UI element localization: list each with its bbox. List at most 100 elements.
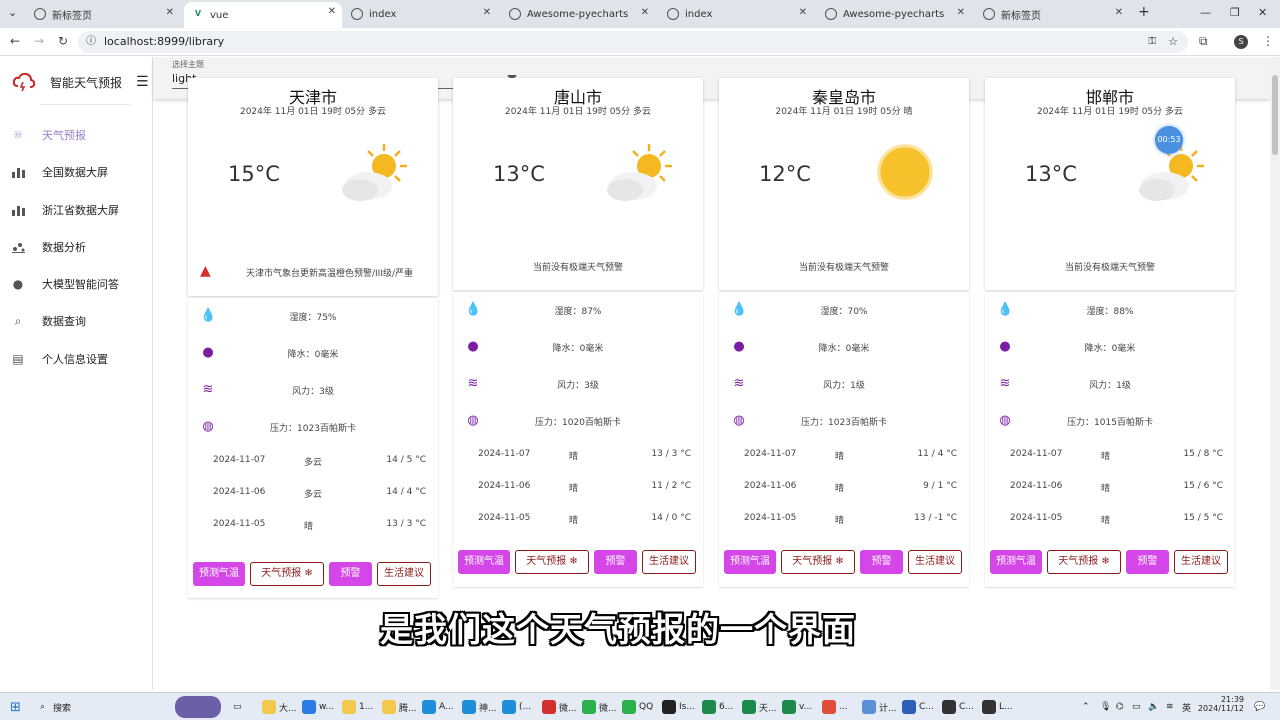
scrollbar-thumb[interactable]	[1272, 75, 1278, 155]
close-tab-icon[interactable]: ✕	[799, 7, 807, 18]
snowflake-icon: ❄	[304, 568, 313, 579]
life-advice-button[interactable]: 生活建议	[1174, 550, 1228, 574]
browser-tab[interactable]: Awesome-pyecharts ✕	[817, 3, 971, 25]
sidebar-item-weather[interactable]: ☼ 天气预报	[10, 124, 86, 146]
taskbar-app[interactable]: A...	[422, 698, 454, 716]
taskbar-app[interactable]: QQ	[622, 698, 653, 716]
browser-tab[interactable]: Awesome-pyecharts ✕	[501, 3, 655, 25]
update-time: 2024年 11月 01日 19时 05分 多云	[239, 107, 387, 117]
back-icon[interactable]: ←	[10, 34, 20, 48]
url-input[interactable]: ⓘ localhost:8999/library ⚿ ☆	[78, 31, 1188, 53]
forecast-button[interactable]: 天气预报 ❄	[250, 562, 324, 586]
warning-button[interactable]: 预警	[329, 562, 372, 586]
tray-chevron-icon[interactable]: ⌃	[1082, 698, 1090, 716]
life-advice-button[interactable]: 生活建议	[377, 562, 431, 586]
taskbar-app[interactable]: 腾...	[382, 698, 417, 716]
taskbar-app[interactable]: C...	[942, 698, 974, 716]
password-key-icon[interactable]: ⚿	[1148, 31, 1156, 53]
widgets-icon[interactable]	[175, 696, 221, 718]
minimize-icon[interactable]: —	[1200, 6, 1211, 19]
alert-text: 当前没有极端天气预警	[1064, 263, 1155, 273]
close-tab-icon[interactable]: ✕	[328, 6, 336, 17]
site-info-icon[interactable]: ⓘ	[86, 31, 96, 53]
task-view-icon[interactable]: ▭	[233, 698, 242, 716]
clock[interactable]: 21:39 2024/11/12	[1198, 695, 1244, 719]
close-tab-icon[interactable]: ✕	[957, 7, 965, 18]
browser-menu-icon[interactable]: ⋮	[1262, 34, 1274, 48]
extensions-icon[interactable]: ⧉	[1199, 34, 1208, 49]
page-scrollbar[interactable]	[1270, 57, 1280, 690]
timer-badge[interactable]: 00:53	[1155, 126, 1183, 154]
forecast-button[interactable]: 天气预报 ❄	[515, 550, 589, 574]
new-tab-button[interactable]: +	[1138, 4, 1150, 20]
reload-icon[interactable]: ↻	[58, 34, 68, 48]
restore-icon[interactable]: ❐	[1230, 6, 1240, 19]
taskbar-app[interactable]: 微...	[542, 698, 577, 716]
taskbar-app[interactable]: 1...	[342, 698, 373, 716]
taskbar-app[interactable]: 计...	[862, 698, 897, 716]
tab-search-icon[interactable]: ⌄	[8, 6, 17, 19]
notification-icon[interactable]: 💬	[1254, 698, 1265, 716]
taskbar-app[interactable]: w...	[302, 698, 334, 716]
wifi-icon[interactable]: ≋	[1166, 698, 1174, 716]
sidebar-item-analysis[interactable]: 数据分析	[10, 236, 86, 258]
taskbar-app[interactable]: (...	[502, 698, 531, 716]
browser-tab[interactable]: index ✕	[343, 3, 497, 25]
taskbar-app[interactable]: v...	[782, 698, 812, 716]
predict-temp-button[interactable]: 预测气温	[193, 562, 245, 586]
predict-temp-button[interactable]: 预测气温	[724, 550, 776, 574]
detail-rain: ● 降水：0毫米	[985, 337, 1235, 357]
sidebar-item-query[interactable]: ⌕ 数据查询	[10, 310, 86, 332]
app-icon	[782, 700, 796, 714]
network-icon[interactable]: ⌬	[1116, 698, 1124, 716]
forward-icon[interactable]: →	[34, 34, 44, 48]
browser-tab[interactable]: 新标签页 ✕	[975, 3, 1129, 25]
forecast-button[interactable]: 天气预报 ❄	[1047, 550, 1121, 574]
taskbar-app[interactable]: C...	[902, 698, 934, 716]
life-advice-button[interactable]: 生活建议	[642, 550, 696, 574]
snowflake-icon: ❄	[1101, 556, 1110, 567]
forecast-button[interactable]: 天气预报 ❄	[781, 550, 855, 574]
close-tab-icon[interactable]: ✕	[483, 7, 491, 18]
bookmark-star-icon[interactable]: ☆	[1168, 31, 1178, 53]
app-icon	[902, 700, 916, 714]
life-advice-button[interactable]: 生活建议	[908, 550, 962, 574]
taskbar-app[interactable]: L...	[982, 698, 1013, 716]
hamburger-menu-icon[interactable]: ☰	[136, 74, 149, 90]
browser-tab[interactable]: index ✕	[659, 3, 813, 25]
volume-icon[interactable]: 🔈	[1148, 698, 1159, 716]
taskbar-app[interactable]: 天...	[742, 698, 777, 716]
taskbar-app[interactable]: 6...	[702, 698, 733, 716]
taskbar-app[interactable]: 神...	[462, 698, 497, 716]
sidebar-item-profile[interactable]: ▤ 个人信息设置	[10, 348, 108, 370]
warning-button[interactable]: 预警	[860, 550, 903, 574]
forecast-row: 2024-11-07 晴 11 / 4 °C	[744, 449, 957, 462]
warning-button[interactable]: 预警	[594, 550, 637, 574]
close-tab-icon[interactable]: ✕	[641, 7, 649, 18]
app-icon	[262, 700, 276, 714]
predict-temp-button[interactable]: 预测气温	[458, 550, 510, 574]
windows-start-icon[interactable]: ⊞	[10, 698, 21, 716]
window-close-icon[interactable]: ✕	[1258, 6, 1267, 19]
browser-tab[interactable]: 新标签页 ✕	[26, 3, 180, 25]
taskbar-app[interactable]: ...	[822, 698, 848, 716]
predict-temp-button[interactable]: 预测气温	[990, 550, 1042, 574]
profile-avatar[interactable]: S	[1234, 35, 1248, 49]
taskbar-app[interactable]: 微...	[582, 698, 617, 716]
sidebar-item-ai-qa[interactable]: ● 大模型智能问答	[10, 273, 119, 295]
sidebar-item-zhejiang-screen[interactable]: 浙江省数据大屏	[10, 199, 119, 221]
detail-rain: ● 降水：0毫米	[719, 337, 969, 357]
taskbar-app[interactable]: 大...	[262, 698, 297, 716]
forecast-row: 2024-11-05 晴 13 / -1 °C	[744, 513, 957, 526]
browser-tab-active[interactable]: Vvue ✕	[184, 2, 342, 28]
taskbar-app[interactable]: Is...	[662, 698, 695, 716]
detail-rain: ● 降水：0毫米	[453, 337, 703, 357]
warning-button[interactable]: 预警	[1126, 550, 1169, 574]
sidebar-item-national-screen[interactable]: 全国数据大屏	[10, 161, 108, 183]
display-icon[interactable]: ▭	[1132, 698, 1141, 716]
microphone-icon[interactable]: 🎙	[1100, 698, 1111, 716]
close-tab-icon[interactable]: ✕	[166, 7, 174, 18]
close-tab-icon[interactable]: ✕	[1115, 7, 1123, 18]
ime-indicator[interactable]: 英	[1182, 698, 1191, 716]
taskbar-search[interactable]: ⌕ 搜索	[40, 698, 71, 716]
